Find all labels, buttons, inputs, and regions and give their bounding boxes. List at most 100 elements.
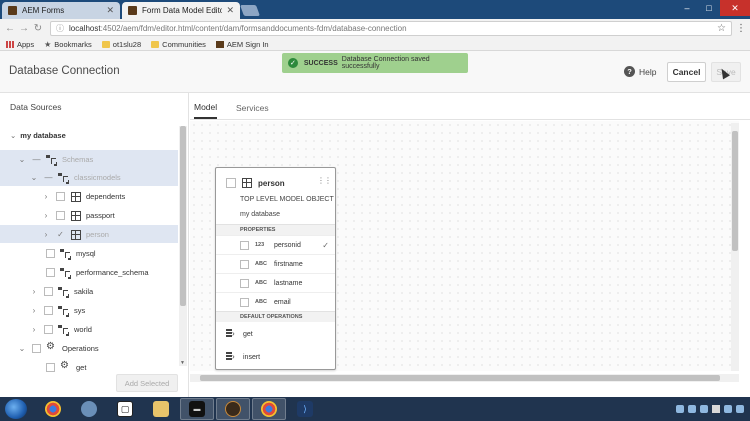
scrollbar-thumb[interactable] [180,126,186,306]
property-row[interactable]: ABC email [216,292,335,311]
checkbox[interactable] [44,324,53,334]
start-button[interactable] [5,399,27,419]
taskbar-file-explorer[interactable] [144,398,178,420]
taskbar-vscode[interactable]: ⟩ [288,398,322,420]
bookmark-ot1slu28[interactable]: ot1slu28 [101,40,141,49]
tree-scrollbar[interactable]: ▼ [179,126,187,366]
network-icon[interactable] [676,405,684,413]
taskbar-chrome-active[interactable] [252,398,286,420]
operation-row-insert[interactable]: insert [216,346,335,368]
scrollbar-thumb[interactable] [732,131,738,251]
canvas-horizontal-scrollbar[interactable] [190,374,739,382]
minimize-button[interactable]: – [676,0,698,16]
chevron-right-icon[interactable]: › [42,230,50,239]
scroll-down-arrow-icon[interactable]: ▼ [180,360,185,366]
checkbox[interactable] [46,362,55,372]
drag-handle-icon[interactable]: ⋮⋮ [317,176,332,185]
taskbar-chrome[interactable] [36,398,70,420]
forward-arrow-icon[interactable]: → [18,23,30,34]
chevron-down-icon[interactable]: ⌄ [10,131,16,140]
operation-name: insert [243,353,261,361]
indeterminate-icon[interactable]: — [44,173,53,182]
taskbar-terminal[interactable]: ▬ [180,398,214,420]
browser-tab-aem-forms[interactable]: AEM Forms ✕ [2,2,120,19]
model-object-source: my database [240,211,281,218]
tree-item-mysql[interactable]: mysql [0,244,178,262]
checkmark-icon[interactable]: ✓ [56,230,65,239]
tree-item-person[interactable]: › ✓ person [0,225,178,243]
operation-row-get[interactable]: get [216,323,335,345]
bookmark-bookmarks[interactable]: ★ Bookmarks [44,40,92,49]
checkbox[interactable] [46,248,55,258]
checkbox[interactable] [32,343,41,353]
canvas-vertical-scrollbar[interactable] [731,123,739,371]
info-icon[interactable]: ⓘ [56,23,64,34]
checkbox[interactable] [240,240,249,250]
bookmark-communities[interactable]: Communities [151,40,206,49]
taskbar-server[interactable] [216,398,250,420]
chevron-right-icon[interactable]: › [30,325,38,334]
action-center-icon[interactable] [712,405,720,413]
property-row[interactable]: 123 personid ✓ [216,235,335,254]
tab-model[interactable]: Model [194,97,218,119]
chevron-right-icon[interactable]: › [30,287,38,296]
volume-icon[interactable] [724,405,732,413]
close-icon[interactable]: ✕ [226,5,234,16]
tree-item-world[interactable]: › world [0,320,178,338]
tree-item-sakila[interactable]: › sakila [0,282,178,300]
chevron-down-icon[interactable]: ⌄ [18,344,26,353]
chevron-right-icon[interactable]: › [30,306,38,315]
scrollbar-thumb[interactable] [200,375,720,381]
tree-root[interactable]: ⌄ my database [10,131,66,140]
property-row[interactable]: ABC firstname [216,254,335,273]
tab-services[interactable]: Services [236,97,269,119]
taskbar-brackets[interactable]: ▢ [108,398,142,420]
checkbox[interactable] [240,259,249,269]
dropbox-icon[interactable] [700,405,708,413]
tree-item-dependents[interactable]: › dependents [0,187,178,205]
add-selected-button[interactable]: Add Selected [116,374,178,392]
indeterminate-icon[interactable]: — [32,155,41,164]
close-window-button[interactable]: ✕ [720,0,750,16]
property-row[interactable]: ABC lastname [216,273,335,292]
card-checkbox[interactable] [226,178,236,188]
help-button[interactable]: ? Help [624,66,656,77]
folder-icon [101,40,110,48]
tree-item-performance-schema[interactable]: performance_schema [0,263,178,281]
back-arrow-icon[interactable]: ← [4,23,16,34]
cancel-button[interactable]: Cancel [667,62,706,82]
checkbox[interactable] [56,210,65,220]
chevron-right-icon[interactable]: › [42,192,50,201]
checkbox[interactable] [46,267,55,277]
tree-item-schemas[interactable]: ⌄ — Schemas [0,150,178,168]
model-object-card[interactable]: person ⋮⋮ TOP LEVEL MODEL OBJECT my data… [215,167,336,370]
browser-tab-form-data-model-editor[interactable]: Form Data Model Editor ✕ [122,2,240,19]
tree-item-passport[interactable]: › passport [0,206,178,224]
tree-item-classicmodels[interactable]: ⌄ — classicmodels [0,168,178,186]
checkbox[interactable] [44,305,53,315]
display-icon[interactable] [736,405,744,413]
chevron-right-icon[interactable]: › [42,211,50,220]
url-input[interactable]: ⓘ localhost:4502/aem/fdm/editor.html/con… [50,21,732,36]
tree-item-sys[interactable]: › sys [0,301,178,319]
checkbox[interactable] [240,297,249,307]
checkbox[interactable] [56,191,65,201]
checkbox[interactable] [44,286,53,296]
bookmark-star-icon[interactable]: ☆ [717,23,726,34]
maximize-button[interactable]: □ [698,0,720,16]
chevron-down-icon[interactable]: ⌄ [30,173,38,182]
terminal-icon: ▬ [189,401,205,417]
reload-icon[interactable]: ↻ [32,23,44,34]
checkbox[interactable] [240,278,249,288]
chevron-down-icon[interactable]: ⌄ [18,155,26,164]
bookmark-aem-sign-in[interactable]: AEM Sign In [215,40,269,49]
close-icon[interactable]: ✕ [106,5,114,16]
onedrive-icon[interactable] [688,405,696,413]
tree-item-operations[interactable]: ⌄ Operations [0,339,178,357]
taskbar-magnifier[interactable] [72,398,106,420]
new-tab-button[interactable] [239,5,261,16]
chrome-icon [45,401,61,417]
browser-menu-icon[interactable]: ⋮ [736,23,746,34]
bookmark-apps[interactable]: Apps [6,40,34,49]
editor-tabs: Model Services [190,93,750,120]
